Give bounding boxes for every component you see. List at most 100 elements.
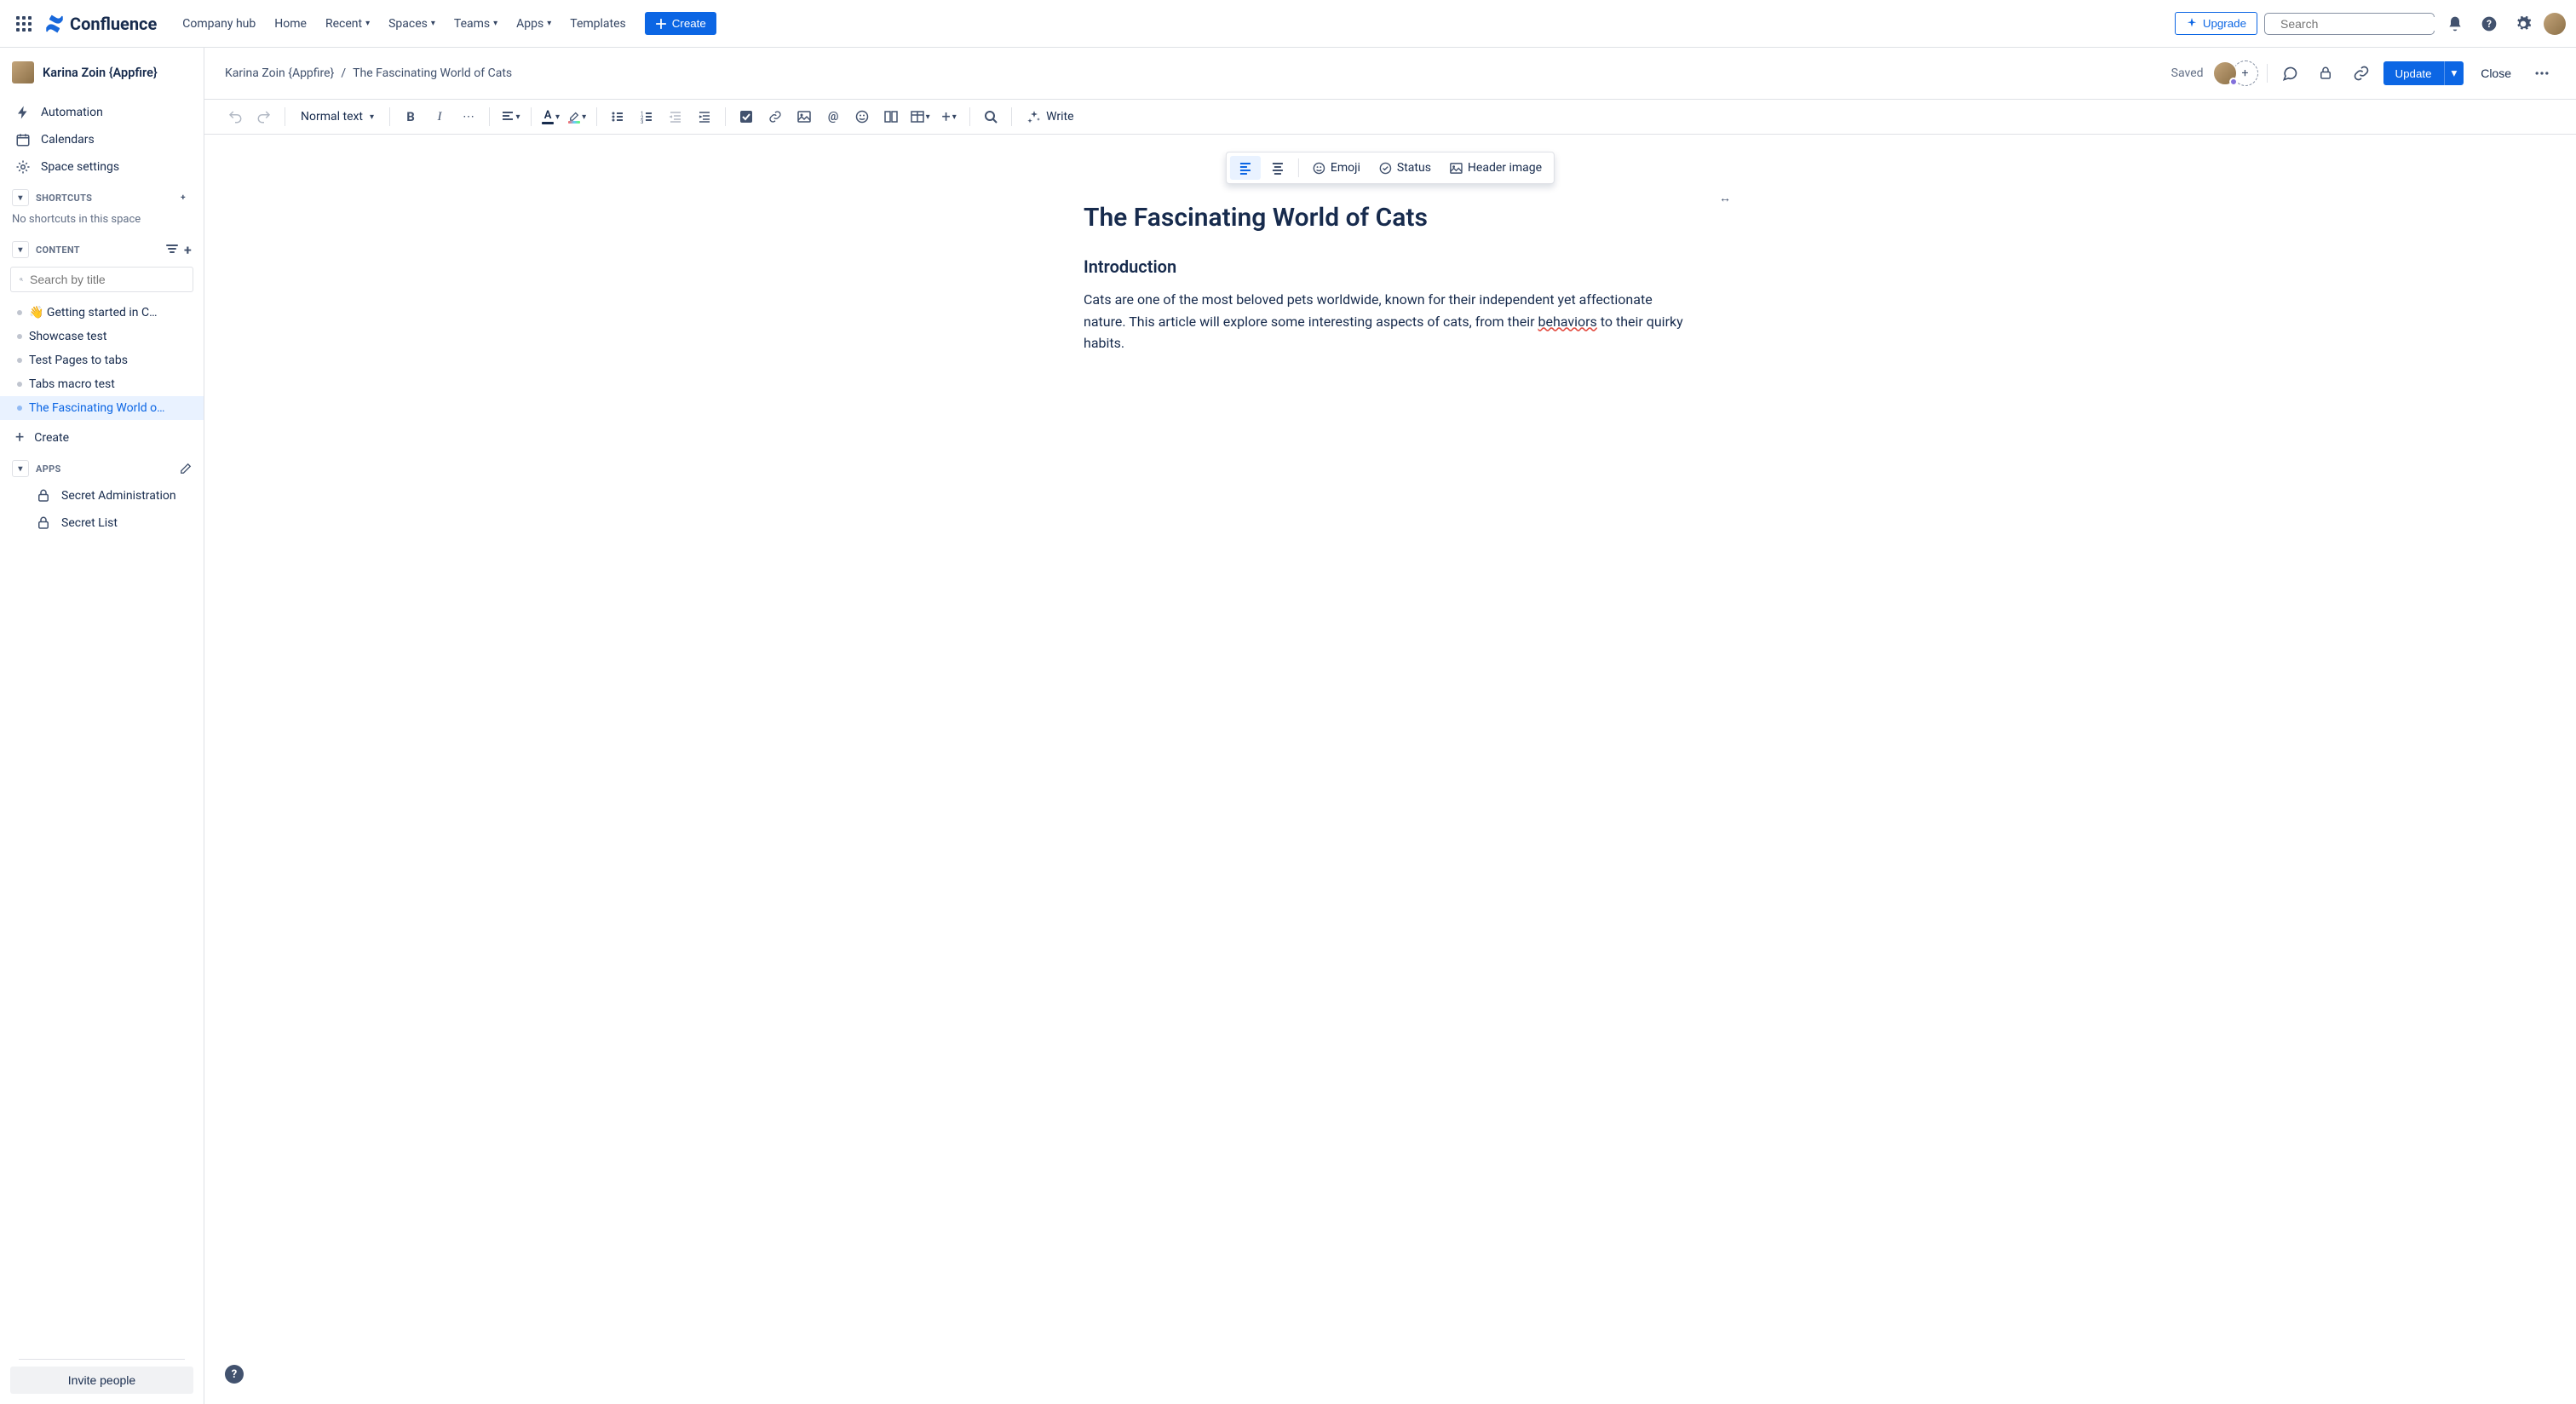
search-box[interactable] xyxy=(2264,13,2435,35)
upgrade-button[interactable]: Upgrade xyxy=(2175,12,2257,35)
find-icon[interactable] xyxy=(977,103,1004,130)
spelling-error[interactable]: behaviors xyxy=(1538,314,1597,330)
shortcuts-section-header[interactable]: ▾ Shortcuts + xyxy=(0,182,204,211)
redo-icon[interactable] xyxy=(250,103,278,130)
restrictions-icon[interactable] xyxy=(2312,60,2339,87)
sidebar: Karina Zoin {Appfire} Automation Calenda… xyxy=(0,48,204,1404)
saved-status: Saved xyxy=(2171,66,2204,80)
tree-item-active[interactable]: The Fascinating World o… xyxy=(0,396,204,420)
table-dropdown[interactable]: ▾ xyxy=(906,103,934,130)
nav-spaces[interactable]: Spaces ▾ xyxy=(380,12,444,36)
collaborator-avatar[interactable] xyxy=(2212,60,2238,86)
insert-dropdown[interactable]: +▾ xyxy=(935,103,963,130)
action-item-icon[interactable] xyxy=(733,103,760,130)
bold-icon[interactable]: B xyxy=(397,103,424,130)
outdent-icon[interactable] xyxy=(662,103,689,130)
comment-icon[interactable] xyxy=(2276,60,2303,87)
status-icon xyxy=(1379,162,1392,175)
tree-item[interactable]: Tabs macro test xyxy=(0,372,204,396)
search-icon xyxy=(20,273,23,285)
link-icon[interactable] xyxy=(2348,60,2375,87)
app-switcher-icon[interactable] xyxy=(10,10,37,37)
tree-item[interactable]: Showcase test xyxy=(0,325,204,348)
app-secret-admin[interactable]: Secret Administration xyxy=(0,482,204,509)
create-button[interactable]: Create xyxy=(645,12,716,35)
nav-apps[interactable]: Apps ▾ xyxy=(508,12,560,36)
apps-section-header[interactable]: ▾ Apps xyxy=(0,453,204,482)
tree-item[interactable]: 👋 Getting started in C… xyxy=(0,301,204,325)
nav-company-hub[interactable]: Company hub xyxy=(174,12,264,36)
invite-people-button[interactable]: Invite people xyxy=(10,1367,193,1394)
collaborators: + xyxy=(2212,60,2258,86)
notifications-icon[interactable] xyxy=(2441,10,2469,37)
nav-teams[interactable]: Teams ▾ xyxy=(446,12,506,36)
add-header-image-button[interactable]: Header image xyxy=(1441,156,1550,180)
heading-introduction[interactable]: Introduction xyxy=(1084,256,1697,277)
help-icon[interactable]: ? xyxy=(2475,10,2503,37)
numbered-list-icon[interactable]: 123 xyxy=(633,103,660,130)
add-content-icon[interactable]: + xyxy=(184,242,192,258)
write-ai-button[interactable]: Write xyxy=(1019,105,1082,129)
page-title[interactable]: The Fascinating World of Cats xyxy=(1084,203,1697,233)
emoticon-icon[interactable] xyxy=(848,103,876,130)
undo-icon[interactable] xyxy=(221,103,249,130)
expand-width-icon[interactable]: ↔ xyxy=(1719,191,1731,205)
more-actions-icon[interactable] xyxy=(2528,60,2556,87)
svg-text:3: 3 xyxy=(641,119,643,124)
space-header[interactable]: Karina Zoin {Appfire} xyxy=(0,48,204,97)
search-title-input[interactable] xyxy=(30,273,184,286)
sidebar-create[interactable]: + Create xyxy=(0,422,204,453)
settings-icon[interactable] xyxy=(2510,10,2537,37)
profile-avatar[interactable] xyxy=(2544,13,2566,35)
chevron-down-icon[interactable]: ▾ xyxy=(12,241,29,258)
add-shortcut-icon[interactable]: + xyxy=(175,189,192,206)
update-split-button: Update ▾ xyxy=(2383,61,2464,85)
search-by-title[interactable] xyxy=(10,267,193,292)
filter-icon[interactable] xyxy=(165,242,179,258)
paragraph[interactable]: Cats are one of the most beloved pets wo… xyxy=(1084,289,1697,354)
page-header: Karina Zoin {Appfire} / The Fascinating … xyxy=(204,48,2576,99)
app-secret-list[interactable]: Secret List xyxy=(0,509,204,537)
edit-apps-icon[interactable] xyxy=(180,463,192,475)
image-icon[interactable] xyxy=(791,103,818,130)
bullet-list-icon[interactable] xyxy=(604,103,631,130)
text-color-dropdown[interactable]: A▾ xyxy=(538,106,563,128)
text-style-dropdown[interactable]: Normal text▾ xyxy=(292,105,382,129)
help-bubble-icon[interactable]: ? xyxy=(225,1365,244,1384)
chevron-down-icon[interactable]: ▾ xyxy=(12,189,29,206)
align-center-icon[interactable] xyxy=(1262,156,1293,180)
update-button[interactable]: Update xyxy=(2383,61,2444,85)
close-button[interactable]: Close xyxy=(2472,61,2520,85)
sidebar-space-settings[interactable]: Space settings xyxy=(0,153,204,181)
plus-icon xyxy=(655,18,667,30)
more-formatting-icon[interactable]: ⋯ xyxy=(455,103,482,130)
layouts-icon[interactable] xyxy=(877,103,905,130)
nav-recent[interactable]: Recent ▾ xyxy=(317,12,378,36)
italic-icon[interactable]: I xyxy=(426,103,453,130)
chevron-down-icon: ▾ xyxy=(431,19,435,28)
breadcrumb-space[interactable]: Karina Zoin {Appfire} xyxy=(225,66,334,80)
update-dropdown[interactable]: ▾ xyxy=(2444,61,2464,85)
link-icon[interactable] xyxy=(762,103,789,130)
nav-templates[interactable]: Templates xyxy=(561,12,635,36)
calendar-icon xyxy=(15,132,31,147)
align-left-icon[interactable] xyxy=(1230,156,1261,180)
mention-icon[interactable]: @ xyxy=(819,103,847,130)
chevron-down-icon[interactable]: ▾ xyxy=(12,460,29,477)
breadcrumb-page[interactable]: The Fascinating World of Cats xyxy=(353,66,512,80)
confluence-logo[interactable]: Confluence xyxy=(44,14,157,34)
ai-icon xyxy=(1027,110,1041,124)
tree-item[interactable]: Test Pages to tabs xyxy=(0,348,204,372)
highlight-color-dropdown[interactable]: ▾ xyxy=(565,107,589,127)
sidebar-automation[interactable]: Automation xyxy=(0,99,204,126)
sidebar-calendars[interactable]: Calendars xyxy=(0,126,204,153)
content-tree: 👋 Getting started in C… Showcase test Te… xyxy=(0,299,204,422)
search-input[interactable] xyxy=(2280,17,2435,31)
align-dropdown[interactable]: ▾ xyxy=(497,103,524,130)
add-emoji-button[interactable]: Emoji xyxy=(1304,156,1369,180)
content-section-header[interactable]: ▾ Content + xyxy=(0,234,204,263)
nav-home[interactable]: Home xyxy=(266,12,315,36)
add-status-button[interactable]: Status xyxy=(1371,156,1440,180)
topbar-right: Upgrade ? xyxy=(2175,10,2566,37)
indent-icon[interactable] xyxy=(691,103,718,130)
